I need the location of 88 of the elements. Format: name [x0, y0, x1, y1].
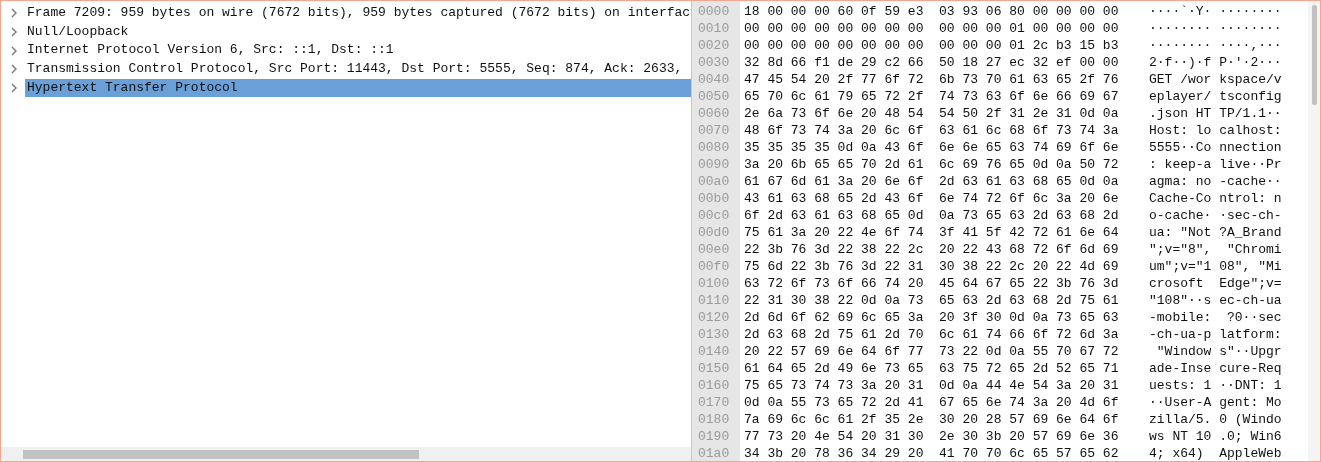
- offset-label: 0050: [697, 88, 731, 105]
- hex-bytes: 6f 2d 63 61 63 68 65 0d 0a 73 65 63 2d 63 68 2d: [743, 207, 1120, 224]
- tree-item[interactable]: Frame 7209: 959 bytes on wire (7672 bits), 959 bytes captured (7672 bits) on interfac: [25, 4, 691, 23]
- hex-bytes: 32 8d 66 f1 de 29 c2 66 50 18 27 ec 32 ef 00 00: [743, 54, 1120, 71]
- hex-bytes: 2d 63 68 2d 75 61 2d 70 6c 61 74 66 6f 72 6d 3a: [743, 326, 1120, 343]
- hex-bytes: 3a 20 6b 65 65 70 2d 61 6c 69 76 65 0d 0a 50 72: [743, 156, 1120, 173]
- ascii-text: : keep-a live··Pr: [1148, 156, 1282, 173]
- ascii-text: crosoft Edge";v=: [1148, 275, 1282, 292]
- ascii-text: GET /wor kspace/v: [1148, 71, 1282, 88]
- offset-label: 0100: [697, 275, 731, 292]
- offset-label: 00a0: [697, 173, 731, 190]
- hex-bytes: 00 00 00 00 00 00 00 00 00 00 00 01 00 00 00 00: [743, 20, 1120, 37]
- ascii-text: ··User-A gent: Mo: [1148, 394, 1282, 411]
- hex-bytes: 77 73 20 4e 54 20 31 30 2e 30 3b 20 57 69 6e 36: [743, 428, 1120, 445]
- offset-label: 00c0: [697, 207, 731, 224]
- offset-label: 0150: [697, 360, 731, 377]
- hex-bytes: 0d 0a 55 73 65 72 2d 41 67 65 6e 74 3a 20 4d 6f: [743, 394, 1120, 411]
- offset-label: 01a0: [697, 445, 731, 461]
- offset-label: 0080: [697, 139, 731, 156]
- ascii-text: "Window s"··Upgr: [1155, 343, 1282, 360]
- offset-label: 0190: [697, 428, 731, 445]
- offset-label: 0130: [697, 326, 731, 343]
- offset-label: 0140: [697, 343, 731, 360]
- hex-bytes: 63 72 6f 73 6f 66 74 20 45 64 67 65 22 3b 76 3d: [743, 275, 1120, 292]
- hex-bytes: 22 3b 76 3d 22 38 22 2c 20 22 43 68 72 6f 6d 69: [743, 241, 1120, 258]
- offset-label: 0070: [697, 122, 731, 139]
- hex-bytes: 61 67 6d 61 3a 20 6e 6f 2d 63 61 63 68 65 0d 0a: [743, 173, 1120, 190]
- offset-label: 0170: [697, 394, 731, 411]
- ascii-text: ········ ····,···: [1148, 37, 1282, 54]
- ascii-text: uests: 1 ··DNT: 1: [1148, 377, 1282, 394]
- hex-bytes: 61 64 65 2d 49 6e 73 65 63 75 72 65 2d 52 65 71: [743, 360, 1120, 377]
- hex-bytes: 43 61 63 68 65 2d 43 6f 6e 74 72 6f 6c 3a 20 6e: [743, 190, 1120, 207]
- offset-label: 0010: [697, 20, 731, 37]
- ascii-text: eplayer/ tsconfig: [1148, 88, 1282, 105]
- hex-bytes: 47 45 54 20 2f 77 6f 72 6b 73 70 61 63 65 2f 76: [743, 71, 1120, 88]
- offset-label: 0000: [697, 3, 731, 20]
- hex-bytes: 34 3b 20 78 36 34 29 20 41 70 70 6c 65 57 65 62: [743, 445, 1120, 461]
- hex-bytes: 75 65 73 74 73 3a 20 31 0d 0a 44 4e 54 3a 20 31: [743, 377, 1120, 394]
- tree-item[interactable]: Hypertext Transfer Protocol: [25, 78, 691, 98]
- hex-bytes: 48 6f 73 74 3a 20 6c 6f 63 61 6c 68 6f 73 74 3a: [743, 122, 1120, 139]
- hex-bytes: 00 00 00 00 00 00 00 00 00 00 00 01 2c b3 15 b3: [743, 37, 1120, 54]
- offset-label: 00f0: [697, 258, 731, 275]
- ascii-text: o-cache· ·sec-ch-: [1148, 207, 1282, 224]
- offset-label: 0110: [697, 292, 731, 309]
- offset-label: 00b0: [697, 190, 731, 207]
- offset-label: 0040: [697, 71, 731, 88]
- ascii-text: 2·f··)·f P·'·2···: [1148, 54, 1282, 71]
- ascii-text: -ch-ua-p latform:: [1148, 326, 1282, 343]
- ascii-text: -mobile: ?0··sec: [1148, 309, 1282, 326]
- ascii-text: um";v="1 08", "Mi: [1148, 258, 1282, 275]
- ascii-text: ····`·Y· ········: [1148, 3, 1282, 20]
- hex-bytes: 7a 69 6c 6c 61 2f 35 2e 30 20 28 57 69 6e 64 6f: [743, 411, 1120, 428]
- offset-label: 0020: [697, 37, 731, 54]
- hex-bytes: 2e 6a 73 6f 6e 20 48 54 54 50 2f 31 2e 31 0d 0a: [743, 105, 1120, 122]
- offset-label: 00d0: [697, 224, 731, 241]
- ascii-text: zilla/5. 0 (Windo: [1148, 411, 1282, 428]
- hex-bytes: 75 6d 22 3b 76 3d 22 31 30 38 22 2c 20 22 4d 69: [743, 258, 1120, 275]
- ascii-text: ";v="8", "Chromi: [1148, 241, 1282, 258]
- vertical-scrollbar[interactable]: [1308, 1, 1320, 461]
- ascii-text: agma: no -cache··: [1148, 173, 1282, 190]
- tree-item[interactable]: Internet Protocol Version 6, Src: ::1, Dst: ::1: [25, 41, 691, 61]
- hex-bytes: 2d 6d 6f 62 69 6c 65 3a 20 3f 30 0d 0a 73 65 63: [743, 309, 1120, 326]
- ascii-text: .json HT TP/1.1··: [1148, 105, 1282, 122]
- ascii-text: Host: lo calhost:: [1148, 122, 1282, 139]
- hex-bytes: 35 35 35 35 0d 0a 43 6f 6e 6e 65 63 74 69 6f 6e: [743, 139, 1120, 156]
- ascii-text: ws NT 10 .0; Win6: [1148, 428, 1282, 445]
- hex-bytes: 18 00 00 00 60 0f 59 e3 03 93 06 80 00 00 00 00: [743, 3, 1120, 20]
- offset-label: 0090: [697, 156, 731, 173]
- offset-label: 0120: [697, 309, 731, 326]
- hex-bytes: 75 61 3a 20 22 4e 6f 74 3f 41 5f 42 72 61 6e 64: [743, 224, 1120, 241]
- offset-label: 0160: [697, 377, 731, 394]
- ascii-text: ········ ········: [1148, 20, 1282, 37]
- ascii-text: Cache-Co ntrol: n: [1148, 190, 1282, 207]
- ascii-text: 4; x64) AppleWeb: [1148, 445, 1282, 461]
- ascii-text: "108"··s ec-ch-ua: [1148, 292, 1282, 309]
- ascii-text: ade-Inse cure-Req: [1148, 360, 1282, 377]
- hex-bytes: 22 31 30 38 22 0d 0a 73 65 63 2d 63 68 2d 75 61: [743, 292, 1120, 309]
- ascii-text: ua: "Not ?A_Brand: [1148, 224, 1282, 241]
- offset-label: 0180: [697, 411, 731, 428]
- offset-label: 0030: [697, 54, 731, 71]
- offset-label: 0060: [697, 105, 731, 122]
- offset-label: 00e0: [697, 241, 731, 258]
- horizontal-scrollbar[interactable]: [1, 447, 691, 461]
- hex-bytes: 65 70 6c 61 79 65 72 2f 74 73 63 6f 6e 66 69 67: [743, 88, 1120, 105]
- tree-item[interactable]: Transmission Control Protocol, Src Port: 11443, Dst Port: 5555, Seq: 874, Ack: 2633,: [25, 60, 691, 79]
- ascii-text: 5555··Co nnection: [1148, 139, 1282, 156]
- tree-item[interactable]: Null/Loopback: [25, 22, 691, 42]
- hex-bytes: 20 22 57 69 6e 64 6f 77 73 22 0d 0a 55 70 67 72: [743, 343, 1120, 360]
